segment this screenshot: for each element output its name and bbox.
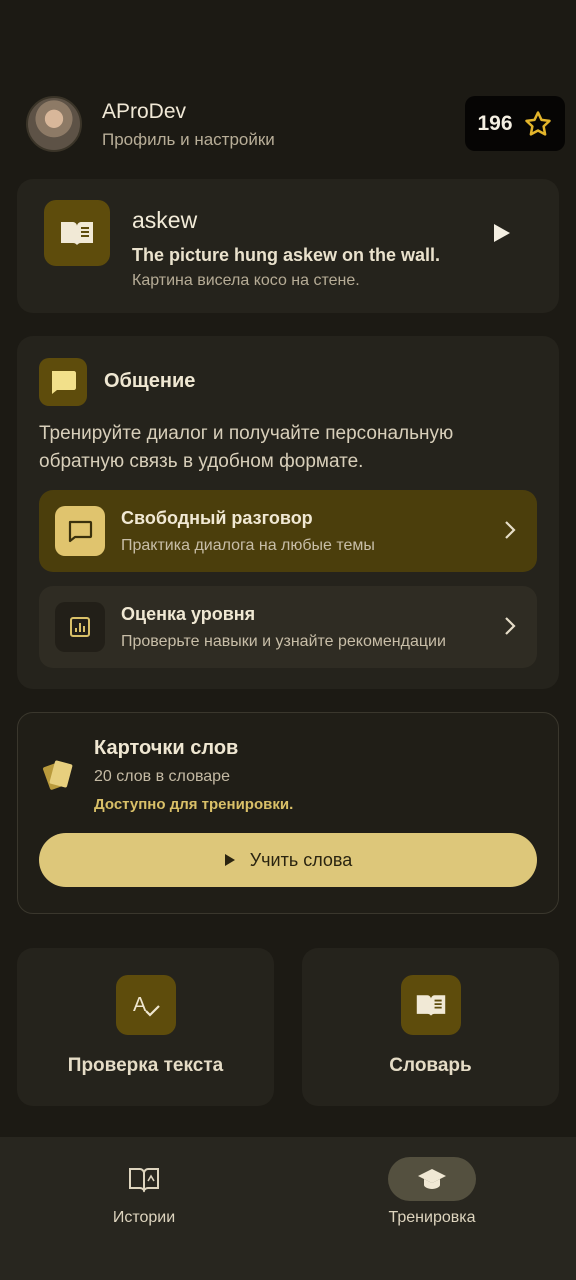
svg-text:A: A	[133, 994, 147, 1016]
flashcards-count: 20 слов в словаре	[94, 768, 230, 785]
option-subtitle: Проверьте навыки и узнайте рекомендации	[121, 633, 446, 650]
profile-settings-link[interactable]: Профиль и настройки	[102, 130, 275, 150]
play-audio-icon[interactable]	[490, 222, 512, 244]
option-title: Оценка уровня	[121, 604, 256, 624]
chevron-right-icon	[505, 617, 516, 635]
word-example: The picture hung askew on the wall.	[132, 245, 441, 265]
option-title: Свободный разговор	[121, 508, 313, 528]
star-icon	[524, 110, 551, 136]
stories-book-icon	[129, 1168, 159, 1193]
tile-label: Словарь	[389, 1055, 472, 1076]
bottom-nav: Истории Тренировка	[0, 1137, 576, 1280]
word-title: askew	[132, 207, 198, 233]
avatar[interactable]	[26, 96, 82, 152]
level-assessment-option[interactable]: Оценка уровня Проверьте навыки и узнайте…	[39, 586, 537, 668]
free-conversation-option[interactable]: Свободный разговор Практика диалога на л…	[39, 490, 537, 572]
flashcards-status: Доступно для тренировки.	[94, 796, 294, 813]
points-badge[interactable]: 196	[465, 96, 565, 151]
text-check-tile[interactable]: A Проверка текста	[17, 948, 274, 1106]
word-translation: Картина висела косо на стене.	[132, 272, 360, 289]
learn-words-label: Учить слова	[249, 849, 353, 870]
flashcards-title: Карточки слов	[94, 737, 239, 759]
nav-item-stories[interactable]: Истории	[44, 1137, 244, 1227]
cards-icon	[43, 760, 73, 790]
nav-label: Тренировка	[388, 1209, 476, 1226]
dictionary-tile[interactable]: Словарь	[302, 948, 559, 1106]
spellcheck-icon: A	[116, 975, 176, 1035]
communication-description: Тренируйте диалог и получайте персональн…	[39, 423, 454, 472]
points-count: 196	[477, 111, 513, 135]
chart-icon	[55, 602, 105, 652]
option-subtitle: Практика диалога на любые темы	[121, 537, 375, 554]
tile-label: Проверка текста	[67, 1055, 224, 1076]
nav-item-training[interactable]: Тренировка	[332, 1137, 532, 1227]
chevron-right-icon	[505, 521, 516, 539]
word-book-icon	[44, 200, 110, 266]
learn-words-button[interactable]: Учить слова	[39, 833, 537, 887]
communication-title: Общение	[104, 370, 196, 392]
book-icon	[401, 975, 461, 1035]
message-icon	[55, 506, 105, 556]
username[interactable]: AProDev	[102, 100, 186, 124]
nav-label: Истории	[112, 1209, 176, 1226]
graduation-cap-icon	[418, 1169, 446, 1189]
chat-icon	[39, 358, 87, 406]
play-icon	[224, 854, 235, 866]
